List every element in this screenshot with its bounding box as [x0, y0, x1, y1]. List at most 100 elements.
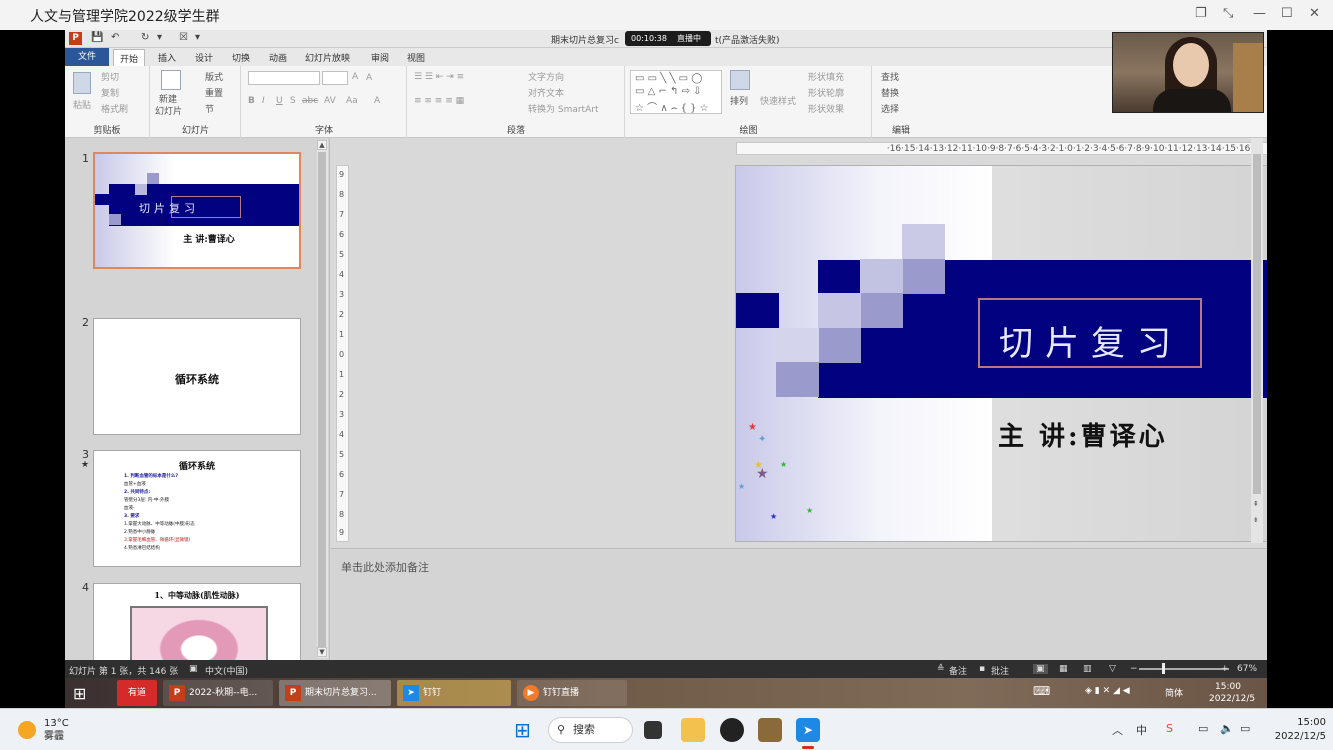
- dingtalk-taskbar-icon[interactable]: ➤: [796, 718, 820, 742]
- arrange-icon[interactable]: [730, 70, 750, 90]
- paste-icon[interactable]: [73, 72, 91, 94]
- shrink-icon[interactable]: ⤡: [1223, 6, 1233, 21]
- qat-close-icon[interactable]: ☒: [179, 32, 188, 43]
- tray-icons[interactable]: ◈ ▮ ✕ ◢ ◀: [1085, 686, 1130, 696]
- minimize-icon[interactable]: —: [1253, 6, 1266, 21]
- restore-icon[interactable]: ❐: [1195, 6, 1207, 21]
- remote-task-dingtalk-live[interactable]: ▶ 钉钉直播: [517, 680, 627, 706]
- zoom-level[interactable]: 67%: [1237, 664, 1257, 674]
- align-icons[interactable]: ≡ ≡ ≡ ≡ ▦: [414, 96, 464, 106]
- maximize-icon[interactable]: ☐: [1281, 6, 1293, 21]
- change-case-button[interactable]: Aa: [346, 96, 358, 106]
- shape-fill-button[interactable]: 形状填充: [808, 70, 844, 83]
- shape-outline-button[interactable]: 形状轮廓: [808, 86, 844, 99]
- save-icon[interactable]: 💾: [91, 32, 103, 43]
- grow-font-button[interactable]: A: [352, 72, 358, 82]
- notes-placeholder[interactable]: 单击此处添加备注: [341, 559, 429, 575]
- font-size-input[interactable]: [322, 71, 348, 85]
- shape-effects-button[interactable]: 形状效果: [808, 102, 844, 115]
- keyboard-icon[interactable]: ⌨: [1033, 684, 1050, 698]
- italic-button[interactable]: I: [262, 96, 265, 106]
- format-painter-button[interactable]: 格式刷: [101, 102, 128, 115]
- zoom-slider[interactable]: [1139, 668, 1229, 670]
- thumbnail-slide-1[interactable]: 切片复习 主 讲:曹译心: [93, 152, 301, 269]
- language-status[interactable]: 中文(中国): [205, 664, 248, 677]
- zoom-in-button[interactable]: +: [1221, 664, 1229, 674]
- sorter-view-icon[interactable]: ▦: [1059, 664, 1068, 674]
- qat-more-icon[interactable]: ▾: [195, 32, 200, 43]
- quick-styles-button[interactable]: 快速样式: [760, 94, 796, 107]
- network-icon[interactable]: ▭: [1198, 722, 1208, 735]
- spellcheck-icon[interactable]: ▣: [189, 664, 198, 674]
- search-box[interactable]: ⚲ 搜索: [548, 717, 633, 743]
- find-button[interactable]: 查找: [881, 70, 899, 83]
- remote-task-ppt-2[interactable]: P 期末切片总复习...: [279, 680, 391, 706]
- font-name-input[interactable]: [248, 71, 320, 85]
- text-direction-button[interactable]: 文字方向: [528, 70, 564, 83]
- remote-task-youdao[interactable]: 有道: [117, 680, 157, 706]
- section-button[interactable]: 节: [205, 102, 214, 115]
- tab-view[interactable]: 视图: [407, 51, 425, 64]
- close-icon[interactable]: ✕: [1309, 6, 1320, 21]
- zoom-slider-knob[interactable]: [1162, 663, 1165, 674]
- customize-icon[interactable]: ▾: [157, 32, 162, 43]
- bullets-icon[interactable]: ☰ ☰ ⇤ ⇥ ≡: [414, 72, 464, 82]
- editor-scrollbar[interactable]: ⇞ ⇟: [1251, 138, 1263, 543]
- comments-toggle[interactable]: 批注: [991, 664, 1009, 677]
- host-clock[interactable]: 15:00 2022/12/5: [1266, 716, 1326, 744]
- thumbs-scrollbar[interactable]: ▲ ▼: [317, 140, 328, 658]
- security-icon[interactable]: S: [1166, 722, 1173, 735]
- tab-review[interactable]: 审阅: [371, 51, 389, 64]
- underline-button[interactable]: U: [276, 96, 283, 106]
- thumbnail-slide-3[interactable]: 循环系统 1. 判断血管的标本是什么? 血管+血液 2. 共同特点: 管壁分3层…: [93, 450, 301, 567]
- comments-icon[interactable]: ▪: [979, 664, 985, 674]
- tab-home[interactable]: 开始: [113, 49, 146, 66]
- shrink-font-button[interactable]: A: [366, 73, 372, 83]
- shape-star-icon[interactable]: ☆ ⌒ ∧ ⌢ { } ☆: [635, 99, 709, 114]
- new-slide-icon[interactable]: [161, 70, 181, 90]
- notes-pane[interactable]: 单击此处添加备注: [331, 548, 1267, 660]
- shape-rect-icon[interactable]: ▭ ▭ ╲ ╲ ▭ ◯: [635, 73, 702, 84]
- tab-file[interactable]: 文件: [65, 48, 109, 66]
- next-slide-icon[interactable]: ⇟: [1253, 516, 1259, 524]
- host-ime[interactable]: 中: [1136, 722, 1147, 738]
- redo-icon[interactable]: ↻: [141, 32, 149, 43]
- arrange-button[interactable]: 排列: [730, 94, 748, 107]
- normal-view-icon[interactable]: ▣: [1033, 664, 1048, 674]
- zoom-out-button[interactable]: −: [1130, 664, 1138, 674]
- editor-scroll-thumb[interactable]: [1253, 154, 1261, 494]
- webcam-overlay[interactable]: [1112, 32, 1264, 113]
- select-button[interactable]: 选择: [881, 102, 899, 115]
- undo-icon[interactable]: ↶: [111, 32, 119, 43]
- battery-icon[interactable]: ▭: [1240, 722, 1250, 735]
- font-color-button[interactable]: A: [374, 96, 380, 106]
- char-spacing-button[interactable]: AV: [324, 96, 336, 106]
- current-slide[interactable]: 切片复习 主 讲:曹译心 ★ ✦ ★ ★ ★ ★ ★ ★: [735, 165, 1267, 542]
- copy-button[interactable]: 复制: [101, 86, 119, 99]
- volume-icon[interactable]: 🔈: [1220, 722, 1234, 735]
- shadow-button[interactable]: S: [290, 96, 296, 106]
- task-view-icon[interactable]: [644, 721, 662, 739]
- notes-toggle[interactable]: 备注: [949, 664, 967, 677]
- windows-start-icon[interactable]: ⊞: [514, 718, 538, 742]
- thumbnail-slide-2[interactable]: 循环系统: [93, 318, 301, 435]
- package-icon[interactable]: [758, 718, 782, 742]
- shape-triangle-icon[interactable]: ▭ △ ⌐ ↰ ⇨ ⇩: [635, 86, 702, 97]
- slideshow-view-icon[interactable]: ▽: [1109, 664, 1116, 674]
- remote-task-ppt-1[interactable]: P 2022-秋期--电...: [163, 680, 273, 706]
- reading-view-icon[interactable]: ▥: [1083, 664, 1092, 674]
- thumbnail-slide-4[interactable]: 1、中等动脉(肌性动脉): [93, 583, 301, 660]
- remote-ime[interactable]: 简体: [1165, 686, 1183, 699]
- thumbs-scroll-thumb[interactable]: [318, 152, 326, 647]
- reset-button[interactable]: 重置: [205, 86, 223, 99]
- new-slide-button-2[interactable]: 幻灯片: [155, 104, 182, 117]
- shapes-gallery[interactable]: ▭ ▭ ╲ ╲ ▭ ◯ ▭ △ ⌐ ↰ ⇨ ⇩ ☆ ⌒ ∧ ⌢ { } ☆: [630, 70, 722, 114]
- slide-subtitle[interactable]: 主 讲:曹译心: [998, 416, 1168, 453]
- dell-icon[interactable]: [720, 718, 744, 742]
- tab-insert[interactable]: 插入: [158, 51, 176, 64]
- strikethrough-button[interactable]: abc: [302, 96, 318, 106]
- prev-slide-icon[interactable]: ⇞: [1253, 500, 1259, 508]
- tab-slideshow[interactable]: 幻灯片放映: [305, 51, 350, 64]
- tray-overflow-icon[interactable]: ︿: [1112, 722, 1123, 738]
- remote-start-icon[interactable]: ⊞: [73, 684, 86, 703]
